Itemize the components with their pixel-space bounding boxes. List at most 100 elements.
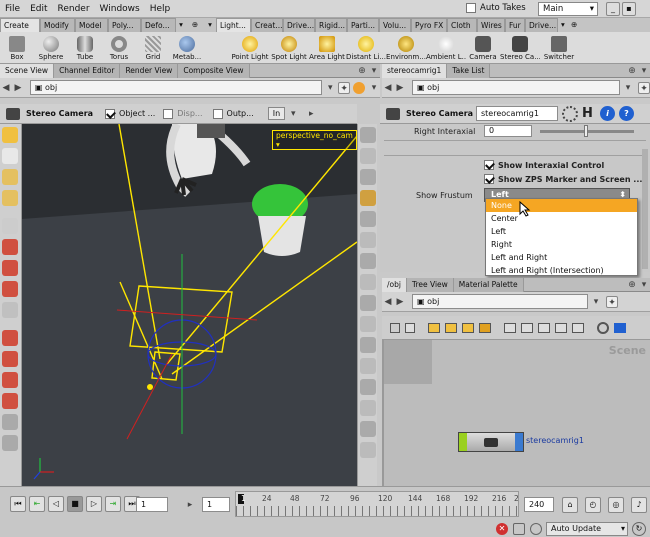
light-display-icon[interactable] xyxy=(360,190,376,206)
scene-viewport[interactable]: perspective_no_cam ▾ xyxy=(22,124,357,486)
auto-takes-checkbox[interactable] xyxy=(466,3,476,13)
image-icon[interactable] xyxy=(360,400,376,416)
option-center[interactable]: Center xyxy=(486,212,637,225)
playback-settings-icon[interactable]: ◎ xyxy=(608,497,624,513)
rotate-icon[interactable] xyxy=(2,260,18,276)
primitives-icon[interactable] xyxy=(360,295,376,311)
shelf-tab-cloth[interactable]: Cloth xyxy=(447,18,477,32)
in-button[interactable]: In xyxy=(267,107,286,120)
vertices-icon[interactable] xyxy=(360,316,376,332)
node-name-field[interactable]: stereocamrig1 xyxy=(476,106,558,121)
current-frame-field[interactable]: 1 xyxy=(136,497,168,512)
tab-render-view[interactable]: Render View xyxy=(120,63,179,78)
magnet-icon[interactable] xyxy=(2,414,18,430)
take-selector[interactable]: Main ▾ xyxy=(538,2,598,16)
audio-icon[interactable]: ♪ xyxy=(631,497,647,513)
show-zps-checkbox[interactable] xyxy=(484,174,494,184)
normals-icon[interactable] xyxy=(360,253,376,269)
option-left-and-right-intersection[interactable]: Left and Right (Intersection) xyxy=(486,264,637,277)
snap-curve-icon[interactable] xyxy=(2,393,18,409)
play-forward-button[interactable]: ▷ xyxy=(86,496,102,512)
back-arrow-icon[interactable]: ◀ xyxy=(382,296,394,308)
node-display-flag[interactable] xyxy=(459,433,467,451)
menu-file[interactable]: File xyxy=(0,0,25,18)
tab-stereocamrig1[interactable]: stereocamrig1 xyxy=(382,63,448,78)
tool-environment-light[interactable]: Environm... xyxy=(386,35,426,61)
wireframe-icon[interactable] xyxy=(360,148,376,164)
cook-status-icon[interactable] xyxy=(530,523,542,535)
uv-icon[interactable] xyxy=(360,337,376,353)
tool-point-light[interactable]: Point Light xyxy=(230,35,270,61)
shading-icon[interactable] xyxy=(360,169,376,185)
info-icon[interactable]: i xyxy=(600,106,615,121)
add-tab-icon[interactable]: ⊕ xyxy=(626,65,638,77)
display-options-icon[interactable] xyxy=(360,127,376,143)
shelf-tab-pyrofx[interactable]: Pyro FX xyxy=(411,18,447,32)
sticky-icon[interactable] xyxy=(504,322,516,333)
pin-icon[interactable]: ✦ xyxy=(606,295,618,308)
forward-arrow-icon[interactable]: ▶ xyxy=(394,82,406,94)
shelf-tab-create2[interactable]: Creat... xyxy=(251,18,283,32)
tool-area-light[interactable]: Area Light xyxy=(308,35,346,61)
shelf-tab-wires[interactable]: Wires xyxy=(477,18,505,32)
shelf-tab-drive2[interactable]: Drive... xyxy=(525,18,558,32)
move-icon[interactable] xyxy=(2,239,18,255)
tab-tree-view[interactable]: Tree View xyxy=(406,277,454,292)
show-zps-row[interactable]: Show ZPS Marker and Screen ... xyxy=(380,172,650,186)
ghost-icon[interactable] xyxy=(360,211,376,227)
add-tab-icon[interactable]: ⊕ xyxy=(626,279,638,291)
shelf-tab-model[interactable]: Model xyxy=(75,18,108,32)
play-backward-button[interactable]: ◁ xyxy=(48,496,64,512)
layout-icon[interactable] xyxy=(390,322,400,333)
back-arrow-icon[interactable]: ◀ xyxy=(0,82,12,94)
network-path-field[interactable]: ▣ obj xyxy=(412,294,588,309)
pane-menu-icon[interactable]: ▾ xyxy=(638,279,650,291)
tool-switcher[interactable]: Switcher xyxy=(540,35,578,61)
menu-render[interactable]: Render xyxy=(53,0,95,18)
scene-path-field[interactable]: ▣ obj xyxy=(29,80,323,95)
step-forward-button[interactable]: ⇥ xyxy=(105,496,121,512)
stereocamrig1-node[interactable] xyxy=(458,432,524,452)
path-dropdown-icon[interactable]: ▾ xyxy=(324,82,336,94)
pin-icon[interactable]: ✦ xyxy=(338,81,351,94)
tab-material-palette[interactable]: Material Palette xyxy=(453,277,524,292)
auto-takes-toggle[interactable]: Auto Takes xyxy=(466,3,526,13)
node-flag-icon[interactable] xyxy=(462,322,474,333)
object-checkbox[interactable] xyxy=(105,108,116,119)
param-scrollbar[interactable] xyxy=(642,149,648,269)
outp-checkbox[interactable] xyxy=(212,108,223,119)
option-left[interactable]: Left xyxy=(486,225,637,238)
link-icon[interactable] xyxy=(353,81,366,94)
pointer-icon[interactable] xyxy=(2,218,18,234)
menu-windows[interactable]: Windows xyxy=(95,0,145,18)
snap-point-icon[interactable] xyxy=(2,372,18,388)
stop-render-icon[interactable]: ✕ xyxy=(496,523,508,535)
shelf-tab-lights[interactable]: Light... xyxy=(216,18,251,32)
tool-camera[interactable]: Camera xyxy=(466,35,500,61)
shelf-tab-modify[interactable]: Modify xyxy=(40,18,75,32)
shelf-tab-deform[interactable]: Defo... xyxy=(141,18,176,32)
help-icon[interactable]: ? xyxy=(619,106,634,121)
tool-torus[interactable]: Torus xyxy=(102,35,136,61)
disp-checkbox[interactable] xyxy=(163,108,174,119)
pin-icon[interactable]: ✦ xyxy=(638,81,650,94)
jump-start-button[interactable]: ⏮ xyxy=(10,496,26,512)
settings-icon[interactable]: ▾ xyxy=(368,82,380,94)
minimize-button[interactable]: _ xyxy=(606,2,620,16)
shelf-menu-icon[interactable]: ▾ xyxy=(204,18,216,32)
zoom-icon[interactable] xyxy=(597,321,609,334)
snapshot-icon[interactable] xyxy=(360,421,376,437)
camera-menu[interactable]: perspective_no_cam ▾ xyxy=(272,130,357,150)
viewport-options-icon[interactable]: ▸ xyxy=(305,108,317,120)
shelf-tab-particles[interactable]: Parti... xyxy=(347,18,379,32)
tool-distant-light[interactable]: Distant Li... xyxy=(346,35,386,61)
shelf-add-icon[interactable]: ⊕ xyxy=(568,18,582,32)
shelf-tab-create[interactable]: Create xyxy=(0,18,40,32)
start-frame-field[interactable]: 1 xyxy=(202,497,230,512)
path-dropdown-icon[interactable]: ▾ xyxy=(622,82,634,94)
refresh-icon[interactable]: ↻ xyxy=(632,522,646,536)
network-box-icon[interactable] xyxy=(479,322,491,333)
end-frame-field[interactable]: 240 xyxy=(524,497,554,512)
render-status-icon[interactable] xyxy=(513,523,525,535)
align-icon[interactable] xyxy=(555,322,567,333)
